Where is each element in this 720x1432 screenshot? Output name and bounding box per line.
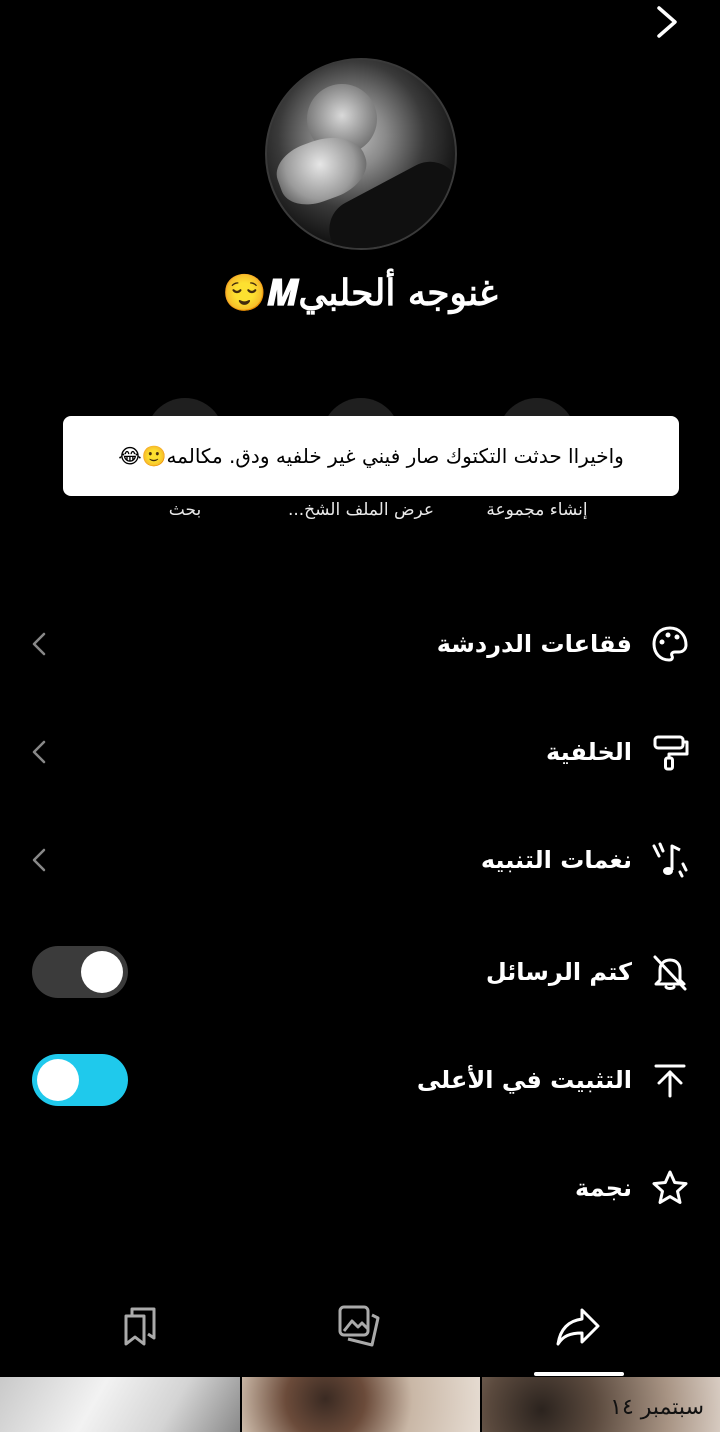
contact-name: غنوجه ألحلبي𝑴😌 [222, 272, 498, 314]
chevron-left-icon [32, 740, 46, 764]
action-label-create-group: إنشاء مجموعة [486, 500, 588, 520]
media-icon [338, 1305, 380, 1347]
setting-label: التثبيت في الأعلى [416, 1066, 632, 1094]
pin-top-icon [654, 1064, 686, 1098]
setting-pin-to-top[interactable]: التثبيت في الأعلى [0, 1040, 720, 1120]
chevron-left-icon [32, 632, 46, 656]
setting-notification-tones[interactable]: نغمات التنبيه [0, 820, 720, 900]
pin-toggle[interactable] [32, 1054, 128, 1106]
setting-label: فقاعات الدردشة [436, 630, 632, 658]
share-icon [556, 1308, 600, 1346]
bookmarks-icon [124, 1307, 156, 1346]
media-thumbnail[interactable] [242, 1377, 480, 1432]
selected-tab-indicator [534, 1372, 624, 1376]
contact-avatar[interactable] [265, 58, 457, 250]
setting-chat-bubbles[interactable]: فقاعات الدردشة [0, 604, 720, 684]
media-thumbnail[interactable]: سبتمبر ١٤ [482, 1377, 720, 1432]
chevron-right-icon [657, 6, 677, 38]
paint-roller-icon [653, 735, 689, 771]
bell-off-icon [653, 955, 687, 991]
setting-label: كتم الرسائل [485, 958, 632, 986]
setting-label: نغمات التنبيه [480, 846, 632, 874]
action-label-view-profile: عرض الملف الشخ... [287, 500, 435, 520]
bookmarks-tab[interactable] [112, 1298, 168, 1354]
star-icon [652, 1170, 688, 1204]
setting-star[interactable]: نجمة [0, 1148, 720, 1228]
back-button[interactable] [640, 0, 692, 44]
media-date-label: سبتمبر ١٤ [610, 1395, 704, 1420]
action-label-search: بحث [168, 500, 202, 520]
media-thumbnail[interactable] [0, 1377, 240, 1432]
setting-label: نجمة [575, 1174, 632, 1202]
setting-label: الخلفية [546, 738, 632, 766]
toggle-knob [37, 1059, 79, 1101]
palette-icon [652, 626, 688, 662]
setting-wallpaper[interactable]: الخلفية [0, 712, 720, 792]
media-tab[interactable] [331, 1298, 387, 1354]
chevron-left-icon [32, 848, 46, 872]
toast-message: واخيراا حدثت التكتوك صار فيني غير خلفيه … [63, 416, 679, 496]
setting-mute-messages[interactable]: كتم الرسائل [0, 932, 720, 1012]
mute-toggle[interactable] [32, 946, 128, 998]
toggle-knob [81, 951, 123, 993]
music-note-icon [652, 842, 688, 878]
share-tab[interactable] [550, 1298, 606, 1354]
